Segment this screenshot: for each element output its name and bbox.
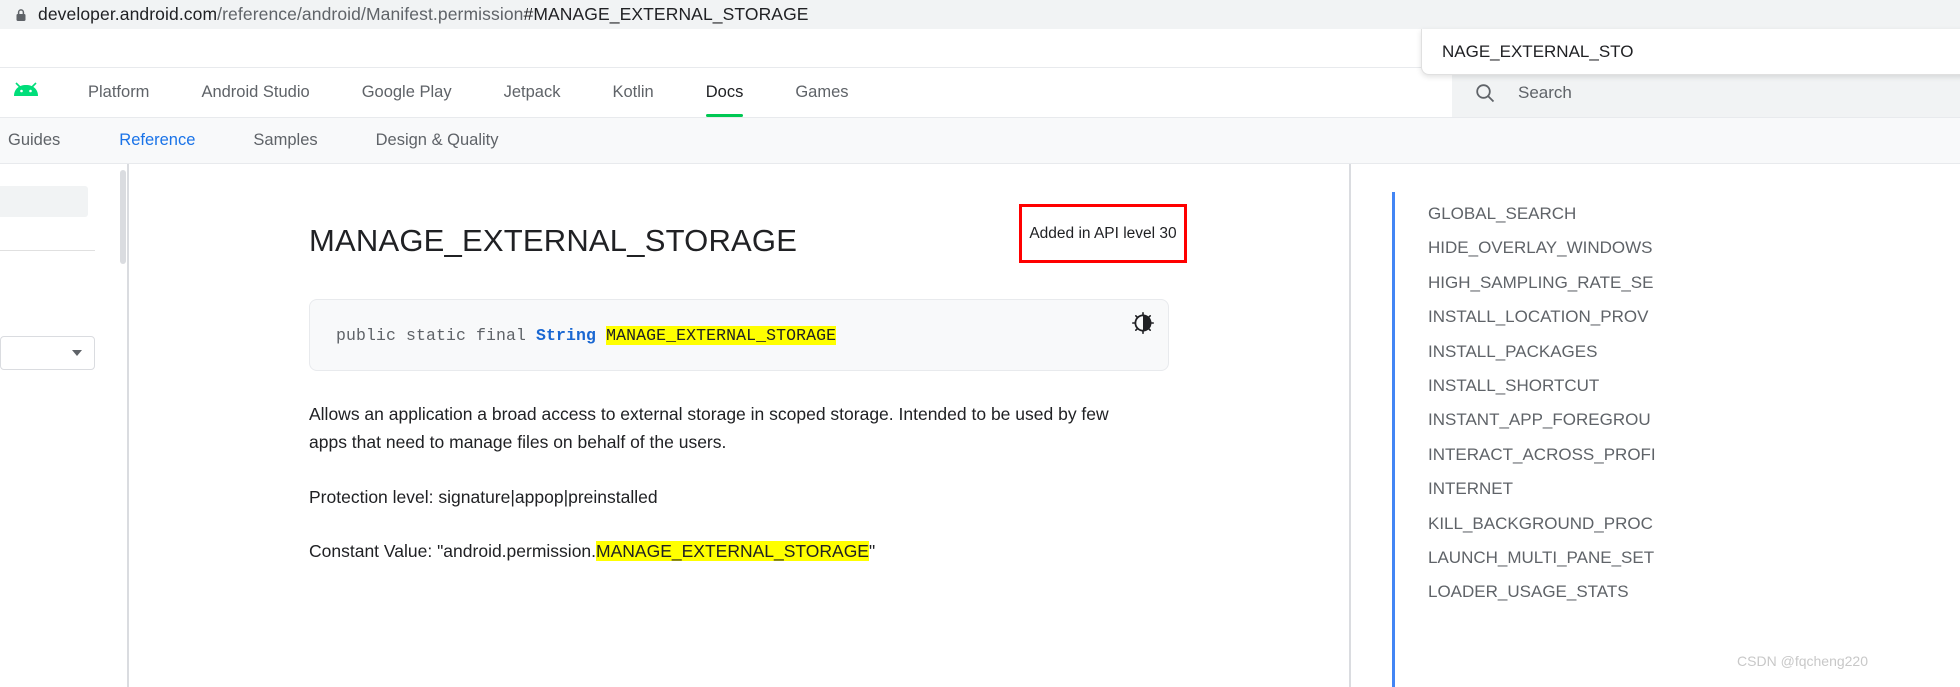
tab-label: Reference [119, 131, 195, 150]
list-item[interactable]: HIDE_OVERLAY_WINDOWS [1428, 239, 1960, 273]
sidebar-scrollbar[interactable] [120, 170, 126, 264]
nav-item-google-play[interactable]: Google Play [336, 68, 478, 117]
search-icon [1474, 82, 1496, 104]
code-block: public static final String MANAGE_EXTERN… [309, 299, 1169, 371]
list-item[interactable]: INSTANT_APP_FOREGROU [1428, 411, 1960, 445]
nav-item-android-studio[interactable]: Android Studio [175, 68, 335, 117]
list-item[interactable]: INSTALL_SHORTCUT [1428, 377, 1960, 411]
api-level-badge-text: Added in API level 30 [1029, 225, 1176, 243]
sidebar-divider [0, 250, 95, 251]
constant-value-paragraph: Constant Value: "android.permission.MANA… [309, 512, 1155, 566]
code-type: String [536, 326, 596, 345]
tab-label: Samples [253, 131, 317, 150]
url-domain: developer.android.com [38, 4, 217, 24]
permission-list: GLOBAL_SEARCH HIDE_OVERLAY_WINDOWS HIGH_… [1350, 178, 1960, 618]
url-path: /reference/android/Manifest.permission [217, 4, 523, 24]
nav-item-label: Android Studio [201, 83, 309, 102]
browser-url-bar[interactable]: developer.android.com/reference/android/… [0, 0, 1960, 29]
code-constant-name: MANAGE_EXTERNAL_STORAGE [606, 326, 836, 345]
nav-item-label: Docs [706, 83, 744, 102]
right-sidebar: GLOBAL_SEARCH HIDE_OVERLAY_WINDOWS HIGH_… [1350, 164, 1960, 687]
api-level-badge: Added in API level 30 [1019, 204, 1187, 263]
nav-item-label: Platform [88, 83, 149, 102]
list-item[interactable]: KILL_BACKGROUND_PROC [1428, 515, 1960, 549]
nav-item-label: Games [795, 83, 848, 102]
watermark: CSDN @fqcheng220 [1737, 653, 1868, 669]
nav-item-label: Google Play [362, 83, 452, 102]
primary-navigation: Platform Android Studio Google Play Jetp… [0, 68, 1960, 118]
main-content-column: Added in API level 30 MANAGE_EXTERNAL_ST… [128, 164, 1350, 687]
sidebar-dropdown[interactable] [0, 336, 95, 370]
protection-level-paragraph: Protection level: signature|appop|preins… [309, 456, 1155, 512]
tab-samples[interactable]: Samples [224, 118, 346, 163]
secondary-navigation: Guides Reference Samples Design & Qualit… [0, 118, 1960, 164]
url-fragment: #MANAGE_EXTERNAL_STORAGE [523, 4, 808, 24]
url-suggestion-text: NAGE_EXTERNAL_STO [1442, 42, 1633, 62]
nav-item-platform[interactable]: Platform [62, 68, 175, 117]
list-item[interactable]: INSTALL_LOCATION_PROV [1428, 308, 1960, 342]
list-item[interactable]: LOADER_USAGE_STATS [1428, 583, 1960, 617]
contrast-theme-icon[interactable] [1132, 312, 1154, 334]
constant-value-suffix: " [869, 541, 875, 561]
constant-value-label: Constant Value: [309, 541, 437, 561]
code-modifiers: public static final [336, 326, 536, 345]
android-logo-icon[interactable] [12, 79, 40, 107]
nav-item-docs[interactable]: Docs [680, 68, 770, 117]
list-item[interactable]: INTERACT_ACROSS_PROFI [1428, 446, 1960, 480]
protection-level-value: signature|appop|preinstalled [438, 487, 657, 507]
description-paragraph: Allows an application a broad access to … [309, 371, 1155, 456]
url-text: developer.android.com/reference/android/… [38, 4, 809, 25]
left-sidebar [0, 164, 128, 687]
article: Added in API level 30 MANAGE_EXTERNAL_ST… [269, 164, 1209, 687]
tab-reference[interactable]: Reference [90, 118, 224, 163]
list-item[interactable]: LAUNCH_MULTI_PANE_SET [1428, 549, 1960, 583]
nav-item-kotlin[interactable]: Kotlin [586, 68, 679, 117]
page-body: Added in API level 30 MANAGE_EXTERNAL_ST… [0, 164, 1960, 687]
nav-item-label: Jetpack [504, 83, 561, 102]
list-item[interactable]: HIGH_SAMPLING_RATE_SE [1428, 274, 1960, 308]
chevron-down-icon [72, 350, 82, 356]
list-item[interactable]: INSTALL_PACKAGES [1428, 343, 1960, 377]
search-input[interactable]: Search [1518, 83, 1572, 103]
lock-icon [14, 8, 28, 22]
constant-value-highlight: MANAGE_EXTERNAL_STORAGE [596, 541, 869, 561]
right-sidebar-border [1350, 164, 1351, 687]
nav-item-games[interactable]: Games [769, 68, 874, 117]
code-signature: public static final String MANAGE_EXTERN… [336, 326, 836, 345]
tab-guides[interactable]: Guides [0, 118, 90, 163]
primary-nav-items: Platform Android Studio Google Play Jetp… [62, 68, 875, 117]
code-space [596, 326, 606, 345]
tab-label: Design & Quality [376, 131, 499, 150]
tab-design-and-quality[interactable]: Design & Quality [347, 118, 528, 163]
list-item[interactable]: GLOBAL_SEARCH [1428, 205, 1960, 239]
sidebar-placeholder-block [0, 186, 88, 217]
right-sidebar-accent-bar [1392, 192, 1395, 687]
url-suggestion-popup[interactable]: NAGE_EXTERNAL_STO [1421, 29, 1960, 75]
tab-label: Guides [8, 131, 60, 150]
protection-level-label: Protection level: [309, 487, 438, 507]
search-box[interactable]: Search [1452, 68, 1960, 117]
constant-value-prefix: "android.permission. [437, 541, 596, 561]
nav-item-label: Kotlin [612, 83, 653, 102]
nav-item-jetpack[interactable]: Jetpack [478, 68, 587, 117]
content-left-border [128, 164, 129, 687]
list-item[interactable]: INTERNET [1428, 480, 1960, 514]
